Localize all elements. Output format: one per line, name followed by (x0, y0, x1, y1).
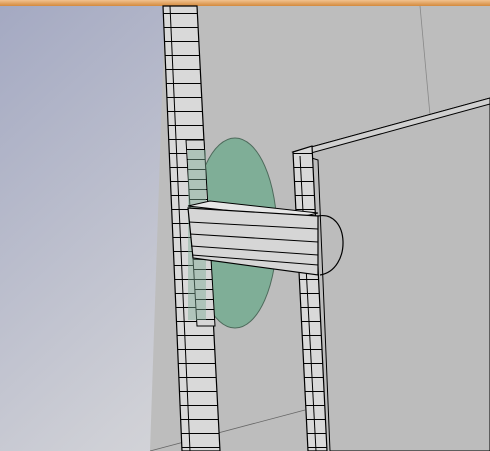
model-canvas[interactable] (0, 0, 490, 451)
3d-viewport[interactable] (0, 0, 490, 451)
